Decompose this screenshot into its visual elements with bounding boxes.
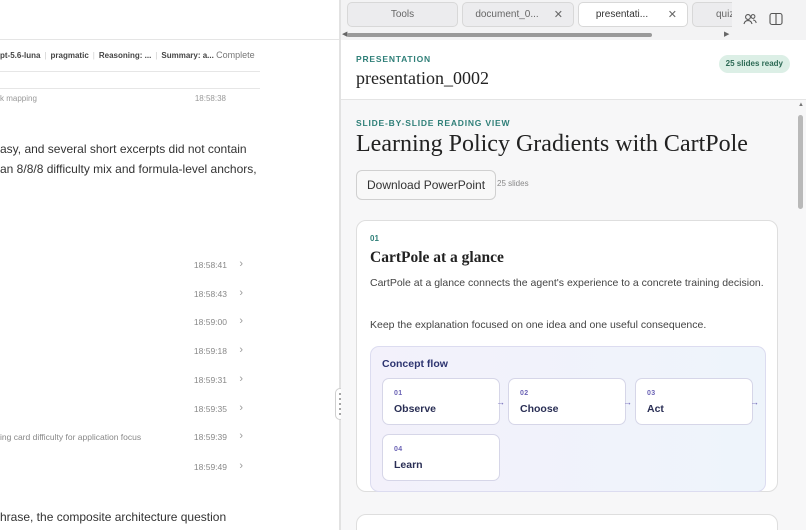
divider xyxy=(0,88,260,89)
slide-count: 25 slides xyxy=(497,179,529,188)
download-powerpoint-button[interactable]: Download PowerPoint xyxy=(356,170,497,200)
concept-flow: Concept flow 01 Observe → 02 Choose → 03… xyxy=(370,346,766,492)
status-badge: 25 slides ready xyxy=(718,55,790,73)
log-row-time: 18:59:39 xyxy=(193,432,227,442)
summary-chip[interactable]: Summary: a... xyxy=(161,51,213,60)
flow-step: 03 Act xyxy=(635,378,753,425)
tab-scrollbar[interactable] xyxy=(347,33,652,37)
log-row[interactable]: 18:58:41 › xyxy=(0,257,245,275)
run-status: Complete xyxy=(216,50,255,60)
log-row-time: 18:58:43 xyxy=(193,289,227,299)
arrow-right-icon: → xyxy=(750,397,759,407)
log-row-time: 18:59:35 xyxy=(193,404,227,414)
log-row-text: k mapping xyxy=(0,94,37,103)
chevron-right-icon[interactable]: › xyxy=(239,402,243,414)
log-row[interactable]: k mapping 18:58:38 xyxy=(0,94,260,103)
flow-step-number: 04 xyxy=(394,446,403,453)
log-row[interactable]: 18:59:18 › xyxy=(0,343,245,361)
log-row-time: 18:59:49 xyxy=(193,462,227,472)
model-chip[interactable]: pt-5.6-luna xyxy=(0,51,40,60)
scroll-up-icon[interactable]: ▲ xyxy=(798,102,804,108)
arrow-right-icon: → xyxy=(623,397,632,407)
message-text-line: hrase, the composite architecture questi… xyxy=(0,510,227,524)
log-row[interactable]: 18:58:43 › xyxy=(0,286,245,304)
log-row-time: 18:58:41 xyxy=(193,260,227,270)
chevron-right-icon[interactable]: › xyxy=(239,344,243,356)
slide-number: 01 xyxy=(370,234,379,243)
people-icon[interactable] xyxy=(741,10,759,28)
divider xyxy=(0,39,340,40)
close-icon[interactable]: ✕ xyxy=(668,8,677,21)
flow-step-number: 01 xyxy=(394,390,403,397)
log-row[interactable]: 18:59:35 › xyxy=(0,401,245,419)
tab-tools[interactable]: Tools xyxy=(347,2,458,27)
flow-step-label: Choose xyxy=(520,403,559,415)
tab-label: Tools xyxy=(390,9,415,20)
chevron-right-icon[interactable]: › xyxy=(239,460,243,472)
close-icon[interactable]: ✕ xyxy=(554,8,563,21)
style-chip[interactable]: pragmatic xyxy=(51,51,89,60)
vertical-scrollbar[interactable] xyxy=(798,115,803,209)
arrow-right-icon: → xyxy=(496,397,505,407)
run-meta-bar: pt-5.6-luna | pragmatic | Reasoning: ... | Sum… xyxy=(0,50,255,60)
reasoning-chip[interactable]: Reasoning: ... xyxy=(99,51,151,60)
app-window: pt-5.6-luna | pragmatic | Reasoning: ... | Sum… xyxy=(0,0,806,530)
log-row[interactable]: 18:59:00 › xyxy=(0,314,245,332)
chevron-right-icon[interactable]: › xyxy=(239,430,243,442)
log-row[interactable]: 18:59:31 › xyxy=(0,372,245,390)
tab-bar: Tools document_0... ✕ presentati... ✕ qu… xyxy=(341,0,806,40)
flow-step: 04 Learn xyxy=(382,434,500,481)
slide-paragraph: Keep the explanation focused on one idea… xyxy=(370,319,707,331)
slide-paragraph: CartPole at a glance connects the agent'… xyxy=(370,277,764,289)
deck-title: Learning Policy Gradients with CartPole xyxy=(356,131,748,157)
view-kind-label: SLIDE-BY-SLIDE READING VIEW xyxy=(356,118,511,128)
flow-step-label: Learn xyxy=(394,459,423,471)
log-row[interactable]: ing card difficulty for application focu… xyxy=(0,429,245,447)
message-text-line: asy, and several short excerpts did not … xyxy=(0,142,247,156)
tab-document[interactable]: document_0... ✕ xyxy=(462,2,574,27)
message-text-line: an 8/8/8 difficulty mix and formula-leve… xyxy=(0,162,257,176)
slide-card xyxy=(356,514,778,530)
log-row-time: 18:59:18 xyxy=(193,346,227,356)
log-row-time: 18:59:00 xyxy=(193,317,227,327)
flow-step-number: 02 xyxy=(520,390,529,397)
slide-card: 01 CartPole at a glance CartPole at a gl… xyxy=(356,220,778,492)
scroll-right-icon[interactable]: ▶ xyxy=(724,30,729,38)
artifact-name: presentation_0002 xyxy=(356,68,489,88)
chevron-right-icon[interactable]: › xyxy=(239,315,243,327)
tab-label: document_0... xyxy=(475,9,539,20)
chevron-right-icon[interactable]: › xyxy=(239,287,243,299)
flow-step-label: Act xyxy=(647,403,664,415)
log-row-time: 18:59:31 xyxy=(193,375,227,385)
artifact-kind-label: PRESENTATION xyxy=(356,54,431,64)
flow-step-label: Observe xyxy=(394,403,437,415)
log-row[interactable]: 18:59:49 › xyxy=(0,459,245,477)
tab-presentation[interactable]: presentati... ✕ xyxy=(578,2,688,27)
flow-step: 02 Choose xyxy=(508,378,626,425)
chat-pane: pt-5.6-luna | pragmatic | Reasoning: ... | Sum… xyxy=(0,0,340,530)
log-row-time: 18:58:38 xyxy=(194,94,226,103)
concept-flow-title: Concept flow xyxy=(382,358,448,370)
preview-header: PRESENTATION presentation_0002 25 slides… xyxy=(341,40,806,100)
flow-step: 01 Observe xyxy=(382,378,500,425)
reading-view: SLIDE-BY-SLIDE READING VIEW Learning Pol… xyxy=(341,100,806,530)
divider xyxy=(0,71,260,72)
preview-pane: Tools document_0... ✕ presentati... ✕ qu… xyxy=(341,0,806,530)
tab-label: presentati... xyxy=(595,9,649,20)
chevron-right-icon[interactable]: › xyxy=(239,373,243,385)
chevron-right-icon[interactable]: › xyxy=(239,258,243,270)
tab-actions xyxy=(732,0,806,40)
flow-step-number: 03 xyxy=(647,390,656,397)
slide-title: CartPole at a glance xyxy=(370,249,504,266)
panel-toggle-icon[interactable] xyxy=(767,10,785,28)
log-row-text: ing card difficulty for application focu… xyxy=(0,432,142,442)
